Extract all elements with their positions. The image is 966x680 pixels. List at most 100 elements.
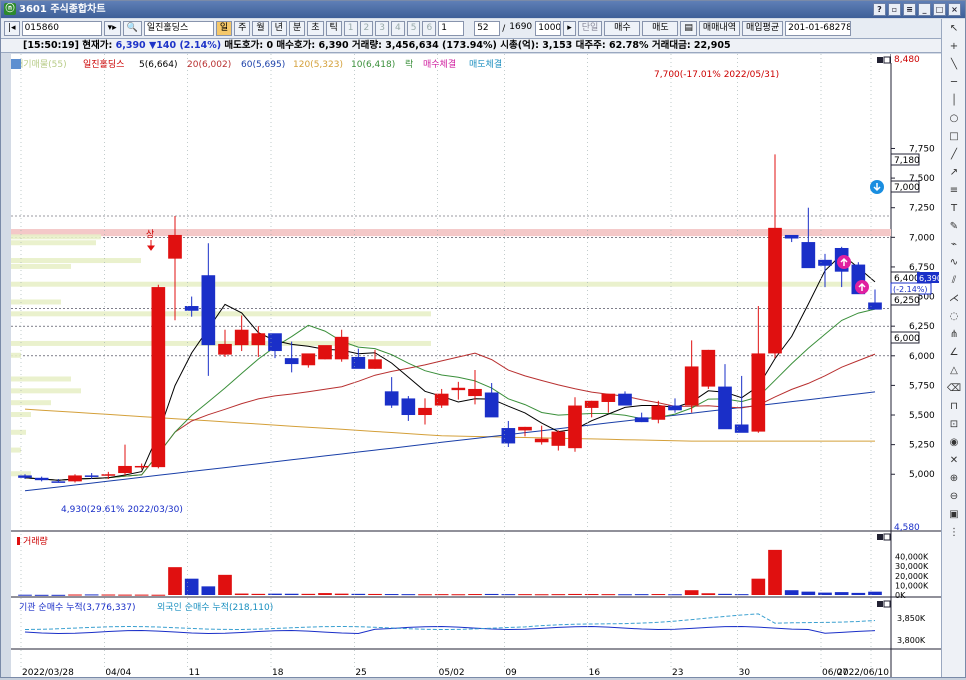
sell-button[interactable]: 매도 [642, 21, 679, 36]
volume-bar [51, 594, 66, 596]
rectangle-icon[interactable]: □ [944, 128, 964, 145]
volume-bar [301, 593, 316, 595]
stock-dropdown-button[interactable]: ▾▸ [103, 21, 121, 36]
sort-icon[interactable]: ▤ [680, 21, 697, 36]
num-button-4[interactable]: 4 [391, 21, 405, 36]
num-button-3[interactable]: 3 [375, 21, 389, 36]
chart-tag-icon [11, 59, 21, 69]
single-checkbox[interactable]: 단일 [577, 21, 603, 36]
volume-bar [468, 594, 482, 596]
volume-bar [684, 590, 699, 595]
period-tick-button[interactable]: 틱 [325, 21, 342, 36]
pencil-icon[interactable]: ✎ [944, 218, 964, 235]
crosshair-icon[interactable]: + [944, 38, 964, 55]
count-input[interactable]: 52 [474, 21, 501, 36]
pin-button[interactable]: ▫ [888, 3, 901, 16]
lock-icon[interactable]: ⊡ [944, 416, 964, 433]
volume-bar [601, 594, 616, 596]
period-year-button[interactable]: 년 [270, 21, 287, 36]
vol-panel-min-icon[interactable] [877, 534, 883, 540]
delete-icon[interactable]: ✕ [944, 452, 964, 469]
candle-body [118, 465, 132, 474]
period-minute-button[interactable]: 분 [288, 21, 306, 36]
candle-body [601, 393, 616, 402]
more-icon[interactable]: ⋮ [944, 524, 964, 541]
period-second-button[interactable]: 초 [307, 21, 324, 36]
volume-profile-bar [11, 240, 96, 246]
volume-bar [718, 593, 732, 595]
angle-icon[interactable]: ∠ [944, 344, 964, 361]
magnet-icon[interactable]: ⊓ [944, 398, 964, 415]
candle-body [151, 287, 166, 468]
vertical-line-icon[interactable]: │ [944, 92, 964, 109]
legend-sell-exec: 매도체결 [469, 59, 502, 70]
apply-button[interactable]: ▸ [563, 21, 576, 36]
search-icon[interactable]: 🔍 [122, 21, 142, 36]
minimize-button[interactable]: _ [918, 3, 931, 16]
num-button-5[interactable]: 5 [406, 21, 421, 36]
stock-code-input[interactable]: 015860 [21, 21, 102, 36]
volume-profile-bar [11, 234, 101, 240]
visible-count-input[interactable]: 1000 [535, 21, 562, 36]
volume-bar [334, 593, 349, 595]
flow-panel-min-icon[interactable] [877, 601, 883, 607]
eraser-icon[interactable]: ⌫ [944, 380, 964, 397]
cursor-icon[interactable]: ↖ [944, 20, 964, 37]
num-button-2[interactable]: 2 [359, 21, 374, 36]
period-month-button[interactable]: 월 [252, 21, 269, 36]
ray-icon[interactable]: ╱ [944, 146, 964, 163]
prev-stock-button[interactable]: |◂ [4, 21, 20, 36]
zoom-out-icon[interactable]: ⊖ [944, 488, 964, 505]
avg-price-checkbox[interactable]: 매입평균 [741, 21, 784, 36]
maximize-button[interactable]: □ [933, 3, 946, 16]
candle-body [668, 405, 682, 411]
zoom-in-icon[interactable]: ⊕ [944, 470, 964, 487]
cycle-icon[interactable]: ◌ [944, 308, 964, 325]
fibonacci-icon[interactable]: ≡ [944, 182, 964, 199]
circle-icon[interactable]: ○ [944, 110, 964, 127]
account-select[interactable]: 201-01-682784 [785, 21, 852, 36]
trendline-icon[interactable]: ╲ [944, 56, 964, 73]
text-icon[interactable]: T [944, 200, 964, 217]
period-week-button[interactable]: 주 [234, 21, 251, 36]
eye-icon[interactable]: ◉ [944, 434, 964, 451]
auto-icon[interactable]: ⌁ [944, 236, 964, 253]
volume-bar [668, 594, 682, 596]
stock-chart-svg[interactable]: 7,7507,5007,2507,0006,7506,5006,2506,000… [11, 54, 942, 678]
trade-history-checkbox[interactable]: 매매내역 [698, 21, 740, 36]
period-day-button[interactable]: 일 [215, 21, 233, 36]
cap-label: 시총(억) [500, 40, 536, 51]
legend-ma5: 5(6,664) [139, 60, 178, 70]
volume-bar [34, 594, 49, 596]
close-button[interactable]: × [948, 3, 961, 16]
buy-button[interactable]: 매수 [604, 21, 641, 36]
price-tick-label: 5,250 [909, 441, 935, 451]
fan-icon[interactable]: ⋌ [944, 290, 964, 307]
candle-body [568, 405, 582, 449]
help-button[interactable]: ? [873, 3, 886, 16]
horizontal-line-icon[interactable]: ─ [944, 74, 964, 91]
channel-icon[interactable]: ⫽ [944, 272, 964, 289]
volume-profile-bar [11, 447, 21, 453]
candle-body [868, 302, 882, 310]
flow-panel-close-icon[interactable] [883, 600, 891, 608]
volume-bar [284, 593, 299, 595]
tag-current: 6,390 [919, 274, 941, 283]
volume-bar [634, 594, 649, 596]
candle-body [218, 343, 232, 355]
pitchfork-icon[interactable]: ⋔ [944, 326, 964, 343]
app-logo-icon: ⓝ [4, 3, 16, 15]
interval-select[interactable]: 1 [438, 21, 465, 36]
save-icon[interactable]: ▣ [944, 506, 964, 523]
chart-area[interactable]: 7,750 7,500 7,250 7,000 6,750 6,500 6,250 6,000… [11, 54, 942, 678]
settings-button[interactable]: ≡ [903, 3, 916, 16]
triangle-icon[interactable]: △ [944, 362, 964, 379]
num-button-6[interactable]: 6 [422, 21, 437, 36]
arrow-icon[interactable]: ↗ [944, 164, 964, 181]
volume-bar [618, 594, 632, 596]
vol-panel-close-icon[interactable] [883, 533, 891, 541]
num-button-1[interactable]: 1 [343, 21, 358, 36]
panel-min-icon[interactable] [877, 57, 883, 63]
wave-icon[interactable]: ∿ [944, 254, 964, 271]
volume-profile-bar [11, 400, 51, 406]
